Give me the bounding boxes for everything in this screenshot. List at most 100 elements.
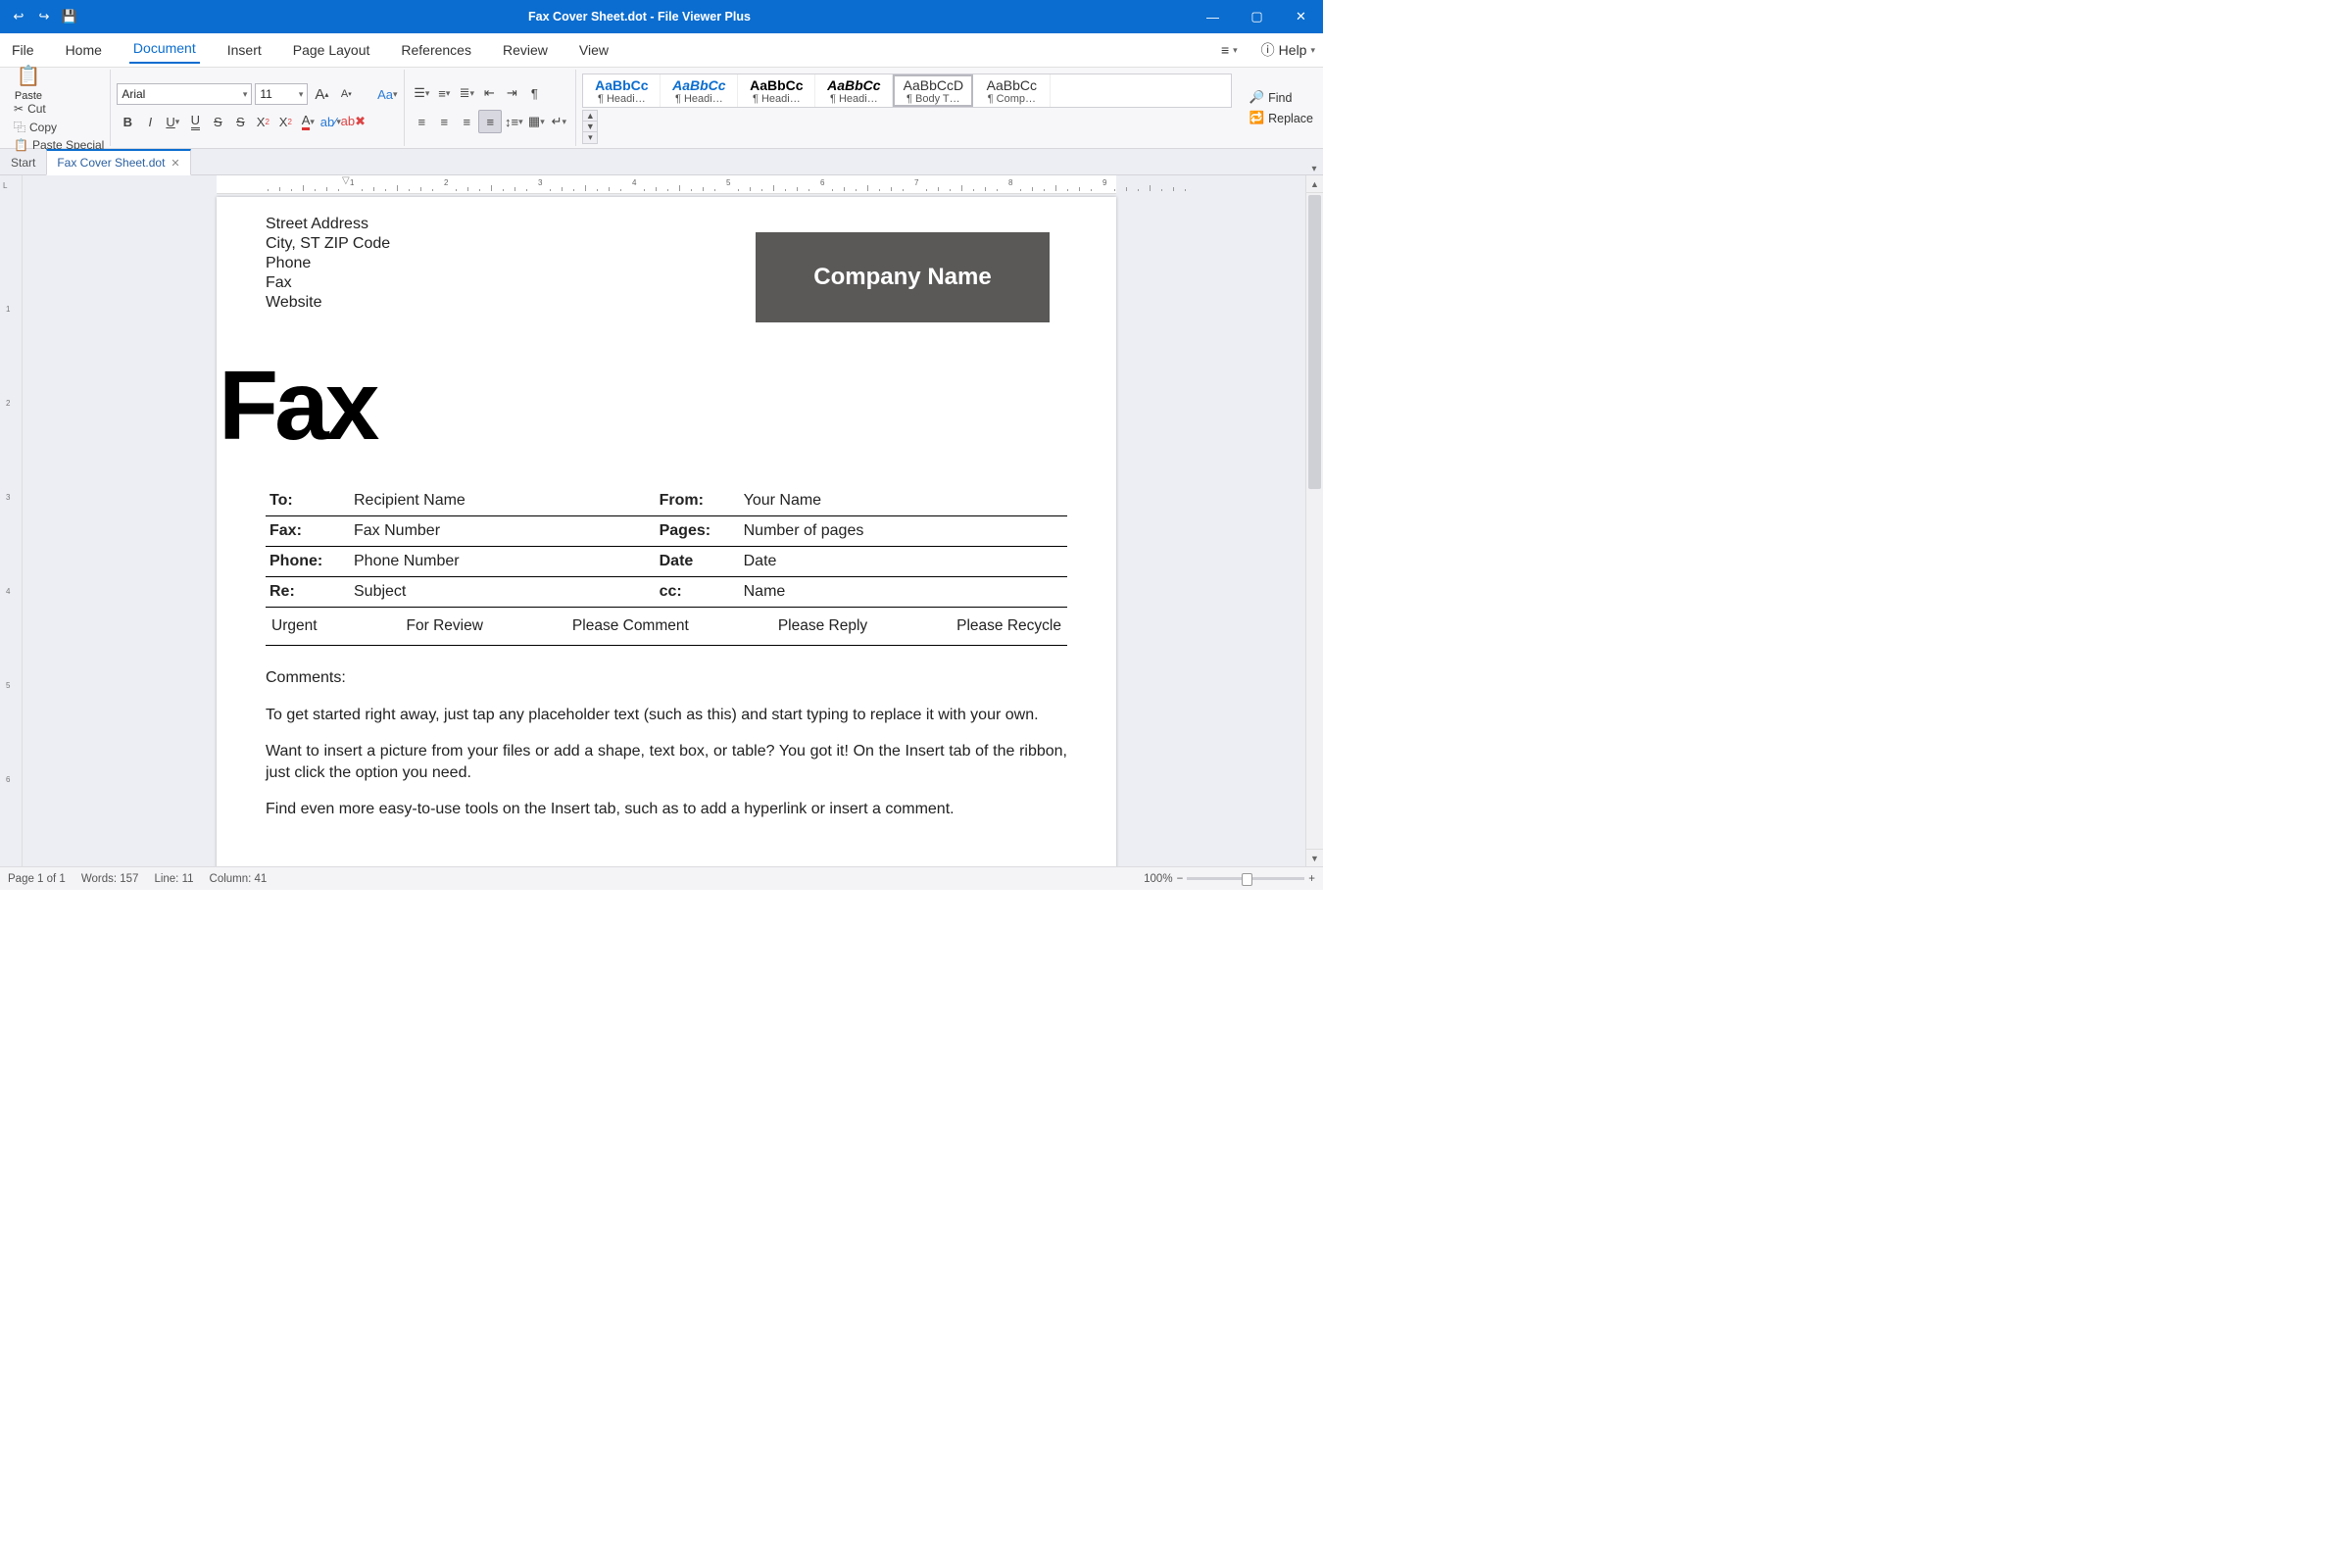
val-cc[interactable]: Name	[740, 577, 1067, 608]
multilevel-button[interactable]: ≣▾	[456, 82, 477, 104]
subscript-button[interactable]: X2	[274, 111, 296, 132]
align-justify-button[interactable]: ≡	[478, 110, 502, 133]
bullets-button[interactable]: ☰▾	[411, 82, 432, 104]
strikethrough-button[interactable]: S	[207, 111, 228, 132]
numbering-button[interactable]: ≡▾	[433, 82, 455, 104]
val-phone[interactable]: Phone Number	[350, 547, 656, 577]
check-please-reply[interactable]: Please Reply	[778, 617, 867, 635]
style-heading-1[interactable]: AaBbCc¶ Headi…	[583, 74, 661, 107]
status-words[interactable]: Words: 157	[81, 873, 139, 885]
help-button[interactable]: ⓘ Help▾	[1261, 40, 1315, 60]
comments-para-2[interactable]: Want to insert a picture from your files…	[266, 741, 1067, 783]
show-marks-button[interactable]: ¶	[523, 82, 545, 104]
comments-para-3[interactable]: Find even more easy-to-use tools on the …	[266, 799, 1067, 820]
menu-review[interactable]: Review	[499, 38, 552, 62]
status-page[interactable]: Page 1 of 1	[8, 873, 66, 885]
font-color-button[interactable]: A▾	[297, 111, 318, 132]
fax-fields-table[interactable]: To:Recipient NameFrom:Your Name Fax:Fax …	[266, 486, 1067, 608]
style-body-text[interactable]: AaBbCcD¶ Body T…	[893, 74, 973, 107]
page[interactable]: Street Address City, ST ZIP Code Phone F…	[217, 197, 1116, 866]
menu-view[interactable]: View	[575, 38, 612, 62]
tab-start[interactable]: Start	[0, 150, 46, 174]
menu-page-layout[interactable]: Page Layout	[289, 38, 374, 62]
vertical-ruler[interactable]: L 123456	[0, 175, 23, 866]
menu-home[interactable]: Home	[62, 38, 106, 62]
line-spacing-button[interactable]: ↕≡▾	[503, 111, 524, 132]
align-right-button[interactable]: ≡	[456, 111, 477, 132]
paragraph-dialog-button[interactable]: ↵▾	[548, 111, 569, 132]
italic-button[interactable]: I	[139, 111, 161, 132]
styles-gallery[interactable]: AaBbCc¶ Headi… AaBbCc¶ Headi… AaBbCc¶ He…	[582, 74, 1231, 108]
company-name-box[interactable]: Company Name	[756, 232, 1050, 322]
find-button[interactable]: 🔎Find	[1250, 90, 1313, 105]
zoom-in-button[interactable]: +	[1308, 873, 1315, 885]
styles-expand[interactable]: ▾	[582, 132, 598, 144]
font-name-select[interactable]: Arial▾	[117, 83, 252, 105]
copy-button[interactable]: ⿻Copy	[14, 119, 104, 135]
tab-document[interactable]: Fax Cover Sheet.dot✕	[46, 149, 190, 175]
close-tab-icon[interactable]: ✕	[171, 157, 179, 170]
val-date[interactable]: Date	[740, 547, 1067, 577]
paste-button[interactable]: 📋 Paste	[10, 64, 47, 102]
highlight-button[interactable]: ab⁄▾	[319, 111, 341, 132]
underline-button[interactable]: U▾	[162, 111, 183, 132]
cut-button[interactable]: ✂Cut	[14, 102, 104, 116]
align-center-button[interactable]: ≡	[433, 111, 455, 132]
styles-scroll-down[interactable]: ▼	[582, 122, 598, 132]
val-from[interactable]: Your Name	[740, 486, 1067, 516]
zoom-out-button[interactable]: −	[1177, 873, 1184, 885]
align-left-button[interactable]: ≡	[411, 111, 432, 132]
tabs-dropdown-icon[interactable]: ▾	[1305, 164, 1323, 174]
document-title[interactable]: Fax	[219, 350, 1067, 463]
val-to[interactable]: Recipient Name	[350, 486, 656, 516]
style-company[interactable]: AaBbCc¶ Comp…	[973, 74, 1051, 107]
clear-format-button[interactable]: ab✖	[342, 111, 364, 132]
zoom-slider-thumb[interactable]	[1242, 873, 1252, 886]
replace-button[interactable]: 🔁Replace	[1250, 111, 1313, 125]
style-heading-2[interactable]: AaBbCc¶ Headi…	[661, 74, 738, 107]
ribbon-options-icon[interactable]: ≡▾	[1221, 42, 1238, 58]
check-please-recycle[interactable]: Please Recycle	[956, 617, 1061, 635]
shading-button[interactable]: ▦▾	[525, 111, 547, 132]
zoom-slider[interactable]	[1187, 877, 1304, 880]
font-size-select[interactable]: 11▾	[255, 83, 308, 105]
menu-insert[interactable]: Insert	[223, 38, 266, 62]
style-heading-4[interactable]: AaBbCc¶ Headi…	[815, 74, 893, 107]
check-please-comment[interactable]: Please Comment	[572, 617, 689, 635]
scroll-up-icon[interactable]: ▲	[1306, 175, 1323, 193]
scroll-thumb[interactable]	[1308, 195, 1321, 489]
style-heading-3[interactable]: AaBbCc¶ Headi…	[738, 74, 815, 107]
horizontal-ruler[interactable]: 123456789▽	[217, 175, 1116, 194]
document-area[interactable]: 123456789▽ Street Address City, ST ZIP C…	[23, 175, 1305, 866]
redo-icon[interactable]: ↪	[33, 6, 55, 27]
undo-icon[interactable]: ↩	[8, 6, 29, 27]
decrease-indent-button[interactable]: ⇤	[478, 82, 500, 104]
comments-section[interactable]: Comments: To get started right away, jus…	[266, 667, 1067, 820]
menu-file[interactable]: File	[8, 38, 38, 62]
close-button[interactable]: ✕	[1279, 0, 1323, 33]
grow-font-button[interactable]: A▴	[311, 83, 332, 105]
double-strikethrough-button[interactable]: S	[229, 111, 251, 132]
double-underline-button[interactable]: U	[184, 111, 206, 132]
maximize-button[interactable]: ▢	[1235, 0, 1279, 33]
change-case-button[interactable]: Aa▾	[376, 83, 398, 105]
shrink-font-button[interactable]: A▾	[335, 83, 357, 105]
zoom-percent[interactable]: 100%	[1144, 873, 1172, 885]
vertical-scrollbar[interactable]: ▲ ▼	[1305, 175, 1323, 866]
check-for-review[interactable]: For Review	[407, 617, 483, 635]
minimize-button[interactable]: —	[1191, 0, 1235, 33]
val-pages[interactable]: Number of pages	[740, 516, 1067, 547]
superscript-button[interactable]: X2	[252, 111, 273, 132]
checkbox-row[interactable]: Urgent For Review Please Comment Please …	[266, 608, 1067, 646]
check-urgent[interactable]: Urgent	[271, 617, 318, 635]
comments-para-1[interactable]: To get started right away, just tap any …	[266, 705, 1067, 726]
styles-scroll-up[interactable]: ▲	[582, 110, 598, 122]
menu-references[interactable]: References	[397, 38, 475, 62]
bold-button[interactable]: B	[117, 111, 138, 132]
menu-document[interactable]: Document	[129, 36, 200, 64]
scroll-down-icon[interactable]: ▼	[1306, 849, 1323, 866]
val-fax[interactable]: Fax Number	[350, 516, 656, 547]
save-icon[interactable]: 💾	[59, 6, 80, 27]
increase-indent-button[interactable]: ⇥	[501, 82, 522, 104]
val-re[interactable]: Subject	[350, 577, 656, 608]
